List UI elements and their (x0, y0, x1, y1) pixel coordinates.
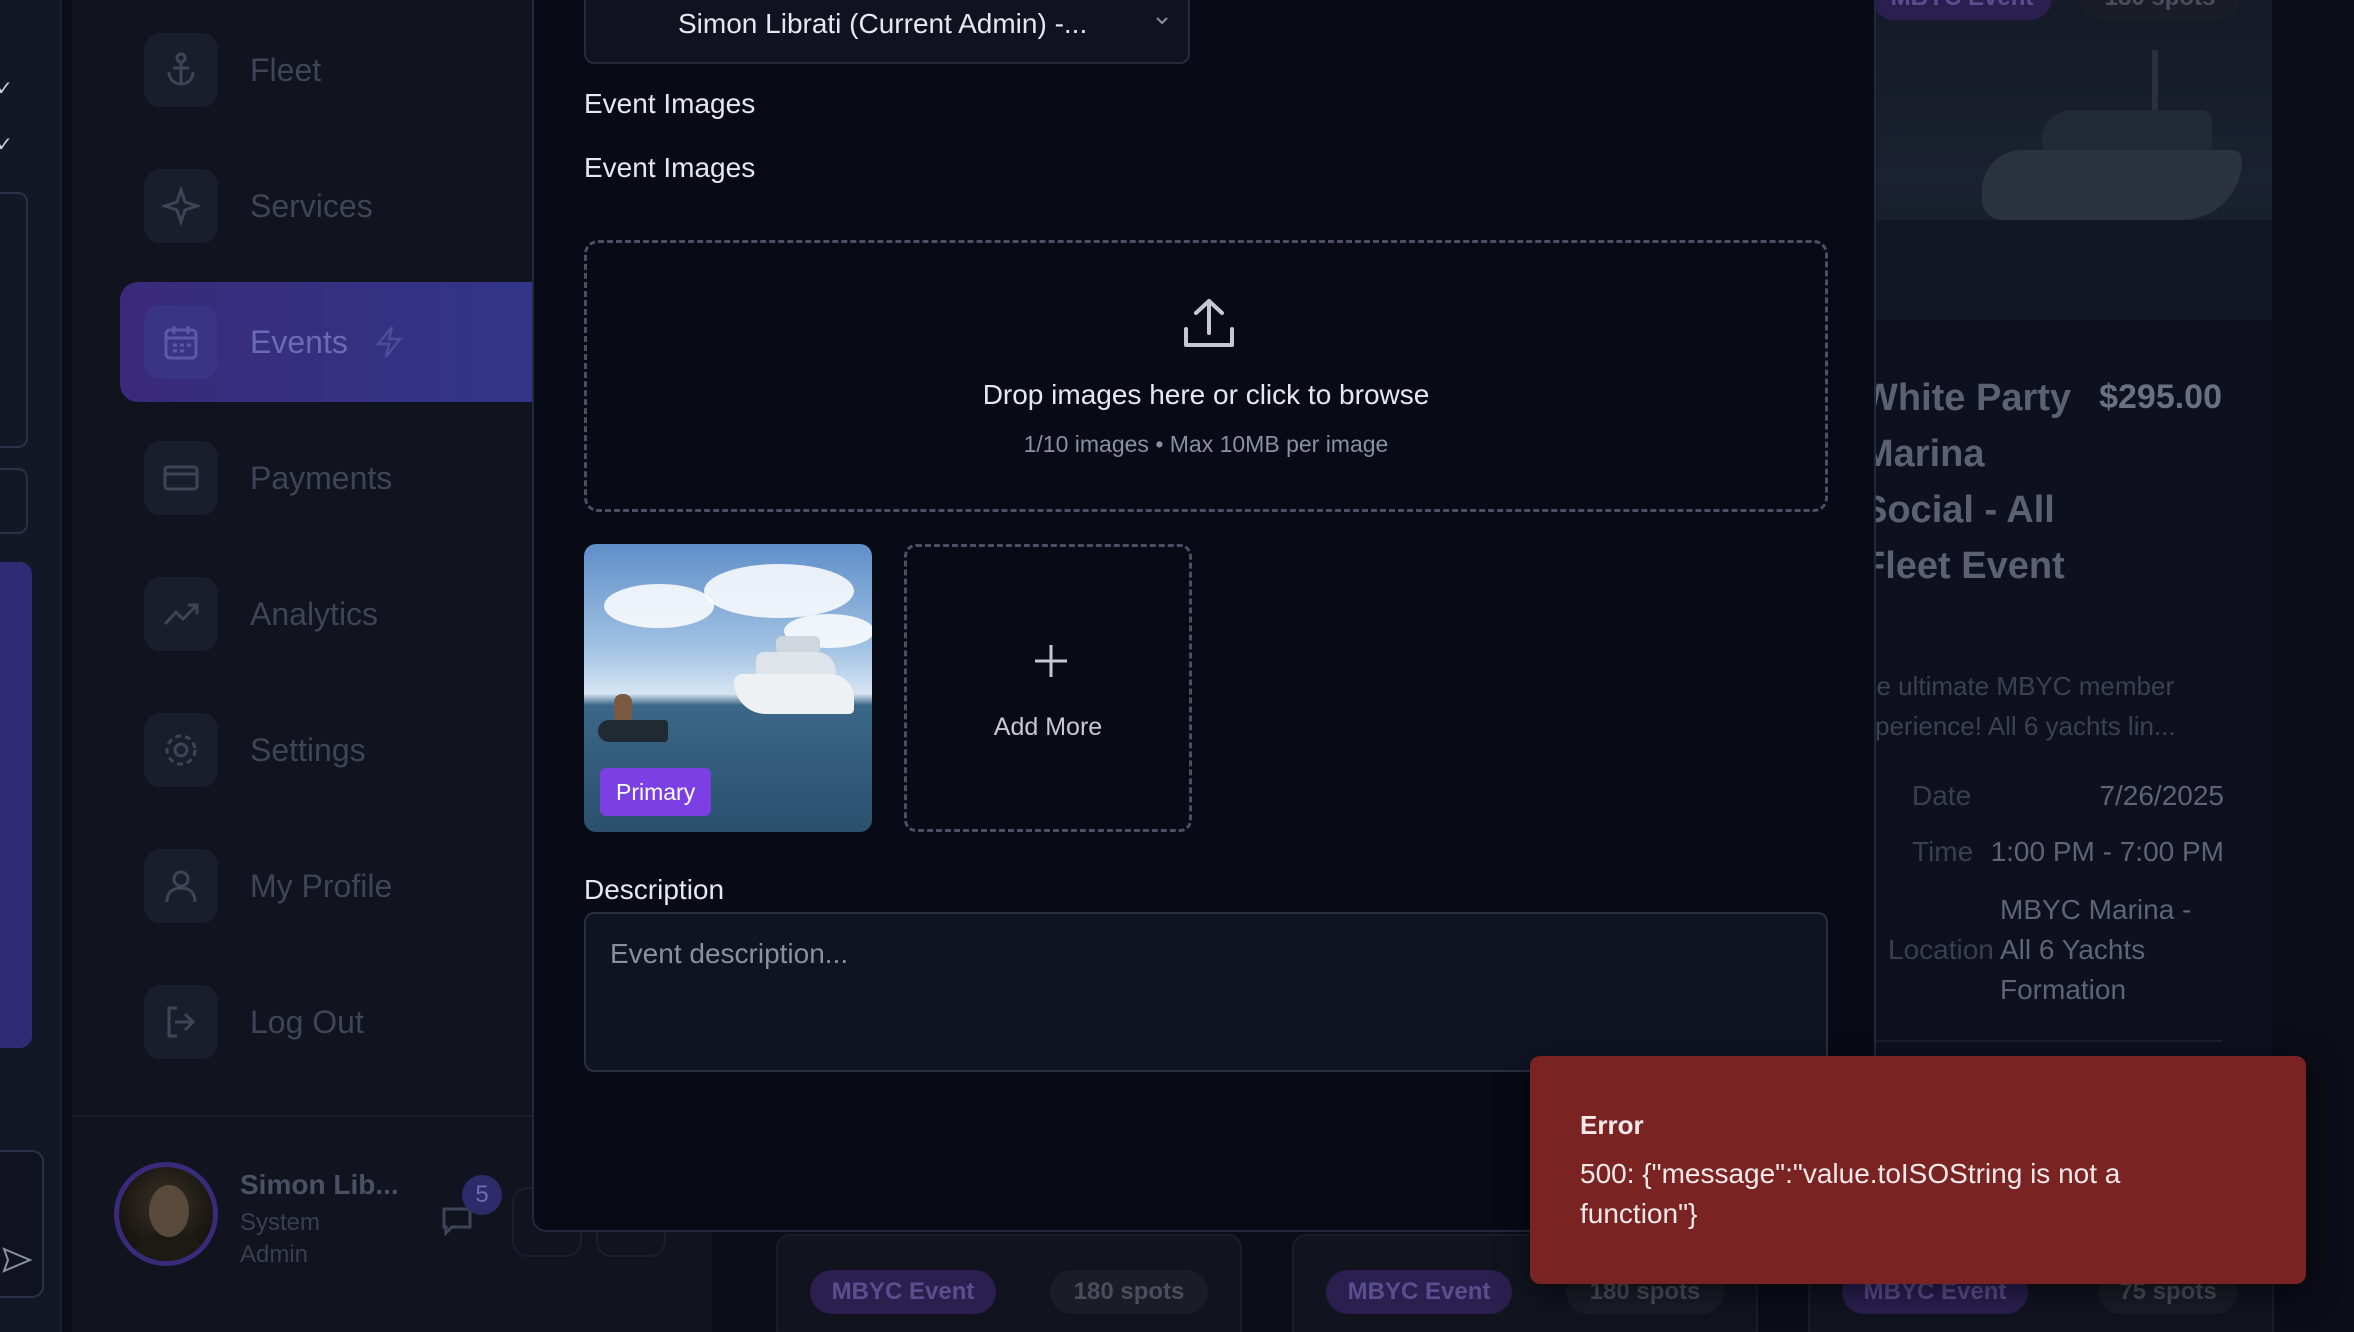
sidebar-item-label: Services (250, 187, 373, 224)
event-badge: MBYC Event (1326, 1270, 1512, 1314)
user-role: System Admin (240, 1209, 321, 1268)
primary-badge: Primary (600, 768, 712, 816)
location-value: MBYC Marina - All 6 Yachts Formation (2000, 894, 2192, 1005)
avatar[interactable] (114, 1162, 218, 1266)
section-title: Event Images (584, 88, 756, 119)
sidebar-item-label: Settings (250, 731, 366, 768)
date-label: Date (1912, 780, 1972, 811)
sidebar-item-label: Analytics (250, 595, 379, 632)
event-description: he ultimate MBYC member xperience! All 6… (1862, 671, 2176, 741)
sidebar-item-label: Events (250, 323, 348, 360)
user-name: Simon Lib... (240, 1169, 399, 1200)
description-placeholder: Event description... (610, 938, 849, 969)
spots-badge: 180 spots (1050, 1270, 1208, 1314)
description-textarea[interactable]: Event description... (584, 912, 1828, 1072)
anchor-icon (144, 33, 218, 107)
event-card[interactable]: MBYC Event 180 spots (776, 1234, 1242, 1332)
uploaded-image-thumbnail[interactable]: Primary (584, 544, 872, 832)
logout-icon (144, 985, 218, 1059)
sidebar-item-label: Fleet (250, 51, 322, 88)
dropzone-title: Drop images here or click to browse (982, 379, 1430, 410)
toast-message: 500: {"message":"value.toISOString is no… (1580, 1158, 2121, 1229)
lightning-icon (375, 326, 403, 358)
chevron-down-icon (1156, 17, 1168, 25)
toast-title: Error (1580, 1110, 1644, 1140)
event-price: $295.00 (2099, 378, 2222, 416)
notification-badge: 5 (462, 1175, 502, 1215)
credit-card-icon (144, 441, 218, 515)
error-toast[interactable]: Error 500: {"message":"value.toISOString… (1530, 1056, 2306, 1284)
event-badge: MBYC Event (1872, 0, 2052, 20)
location-label: Location (1888, 934, 1994, 965)
event-form-modal: Simon Librati (Current Admin) -... Event… (532, 0, 1876, 1232)
highlight-panel (0, 562, 32, 1048)
upload-icon (1184, 299, 1234, 347)
plus-icon (1035, 645, 1067, 677)
message-box[interactable] (0, 1150, 44, 1298)
time-value: 1:00 PM - 7:00 PM (1990, 836, 2224, 867)
host-select-value: Simon Librati (Current Admin) -... (678, 8, 1088, 39)
event-badge: MBYC Event (810, 1270, 996, 1314)
time-label: Time (1912, 836, 1974, 867)
add-more-label: Add More (993, 713, 1103, 741)
host-select[interactable]: Simon Librati (Current Admin) -... (584, 0, 1190, 64)
sidebar-item-label: My Profile (250, 867, 393, 904)
dropzone-subtitle: 1/10 images • Max 10MB per image (1023, 431, 1389, 457)
gear-icon (144, 713, 218, 787)
trending-up-icon (144, 577, 218, 651)
sidebar-item-label: Payments (250, 459, 393, 496)
divider (1872, 1040, 2222, 1042)
form-field[interactable] (0, 468, 28, 534)
date-value: 7/26/2025 (2099, 780, 2224, 811)
add-more-button[interactable]: Add More (904, 544, 1192, 832)
send-icon[interactable] (2, 1245, 32, 1275)
description-label: Description (584, 874, 725, 905)
spots-badge: 180 spots (2080, 0, 2240, 20)
calendar-icon (144, 305, 218, 379)
user-icon (144, 849, 218, 923)
sparkle-icon (144, 169, 218, 243)
left-panel-strip: ✓ ✓ (0, 0, 62, 1332)
form-field[interactable] (0, 192, 28, 448)
app-screen: ✓ ✓ Fleet Services Events Payments Analy… (0, 0, 2354, 1332)
check-icon: ✓ (0, 134, 13, 156)
sidebar-item-label: Log Out (250, 1003, 364, 1040)
event-image (1872, 0, 2272, 320)
check-icon: ✓ (0, 78, 13, 100)
image-dropzone[interactable]: Drop images here or click to browse 1/10… (584, 240, 1828, 512)
event-title: White Party Marina Social - All Fleet Ev… (1862, 377, 2072, 587)
field-label: Event Images (584, 152, 756, 183)
